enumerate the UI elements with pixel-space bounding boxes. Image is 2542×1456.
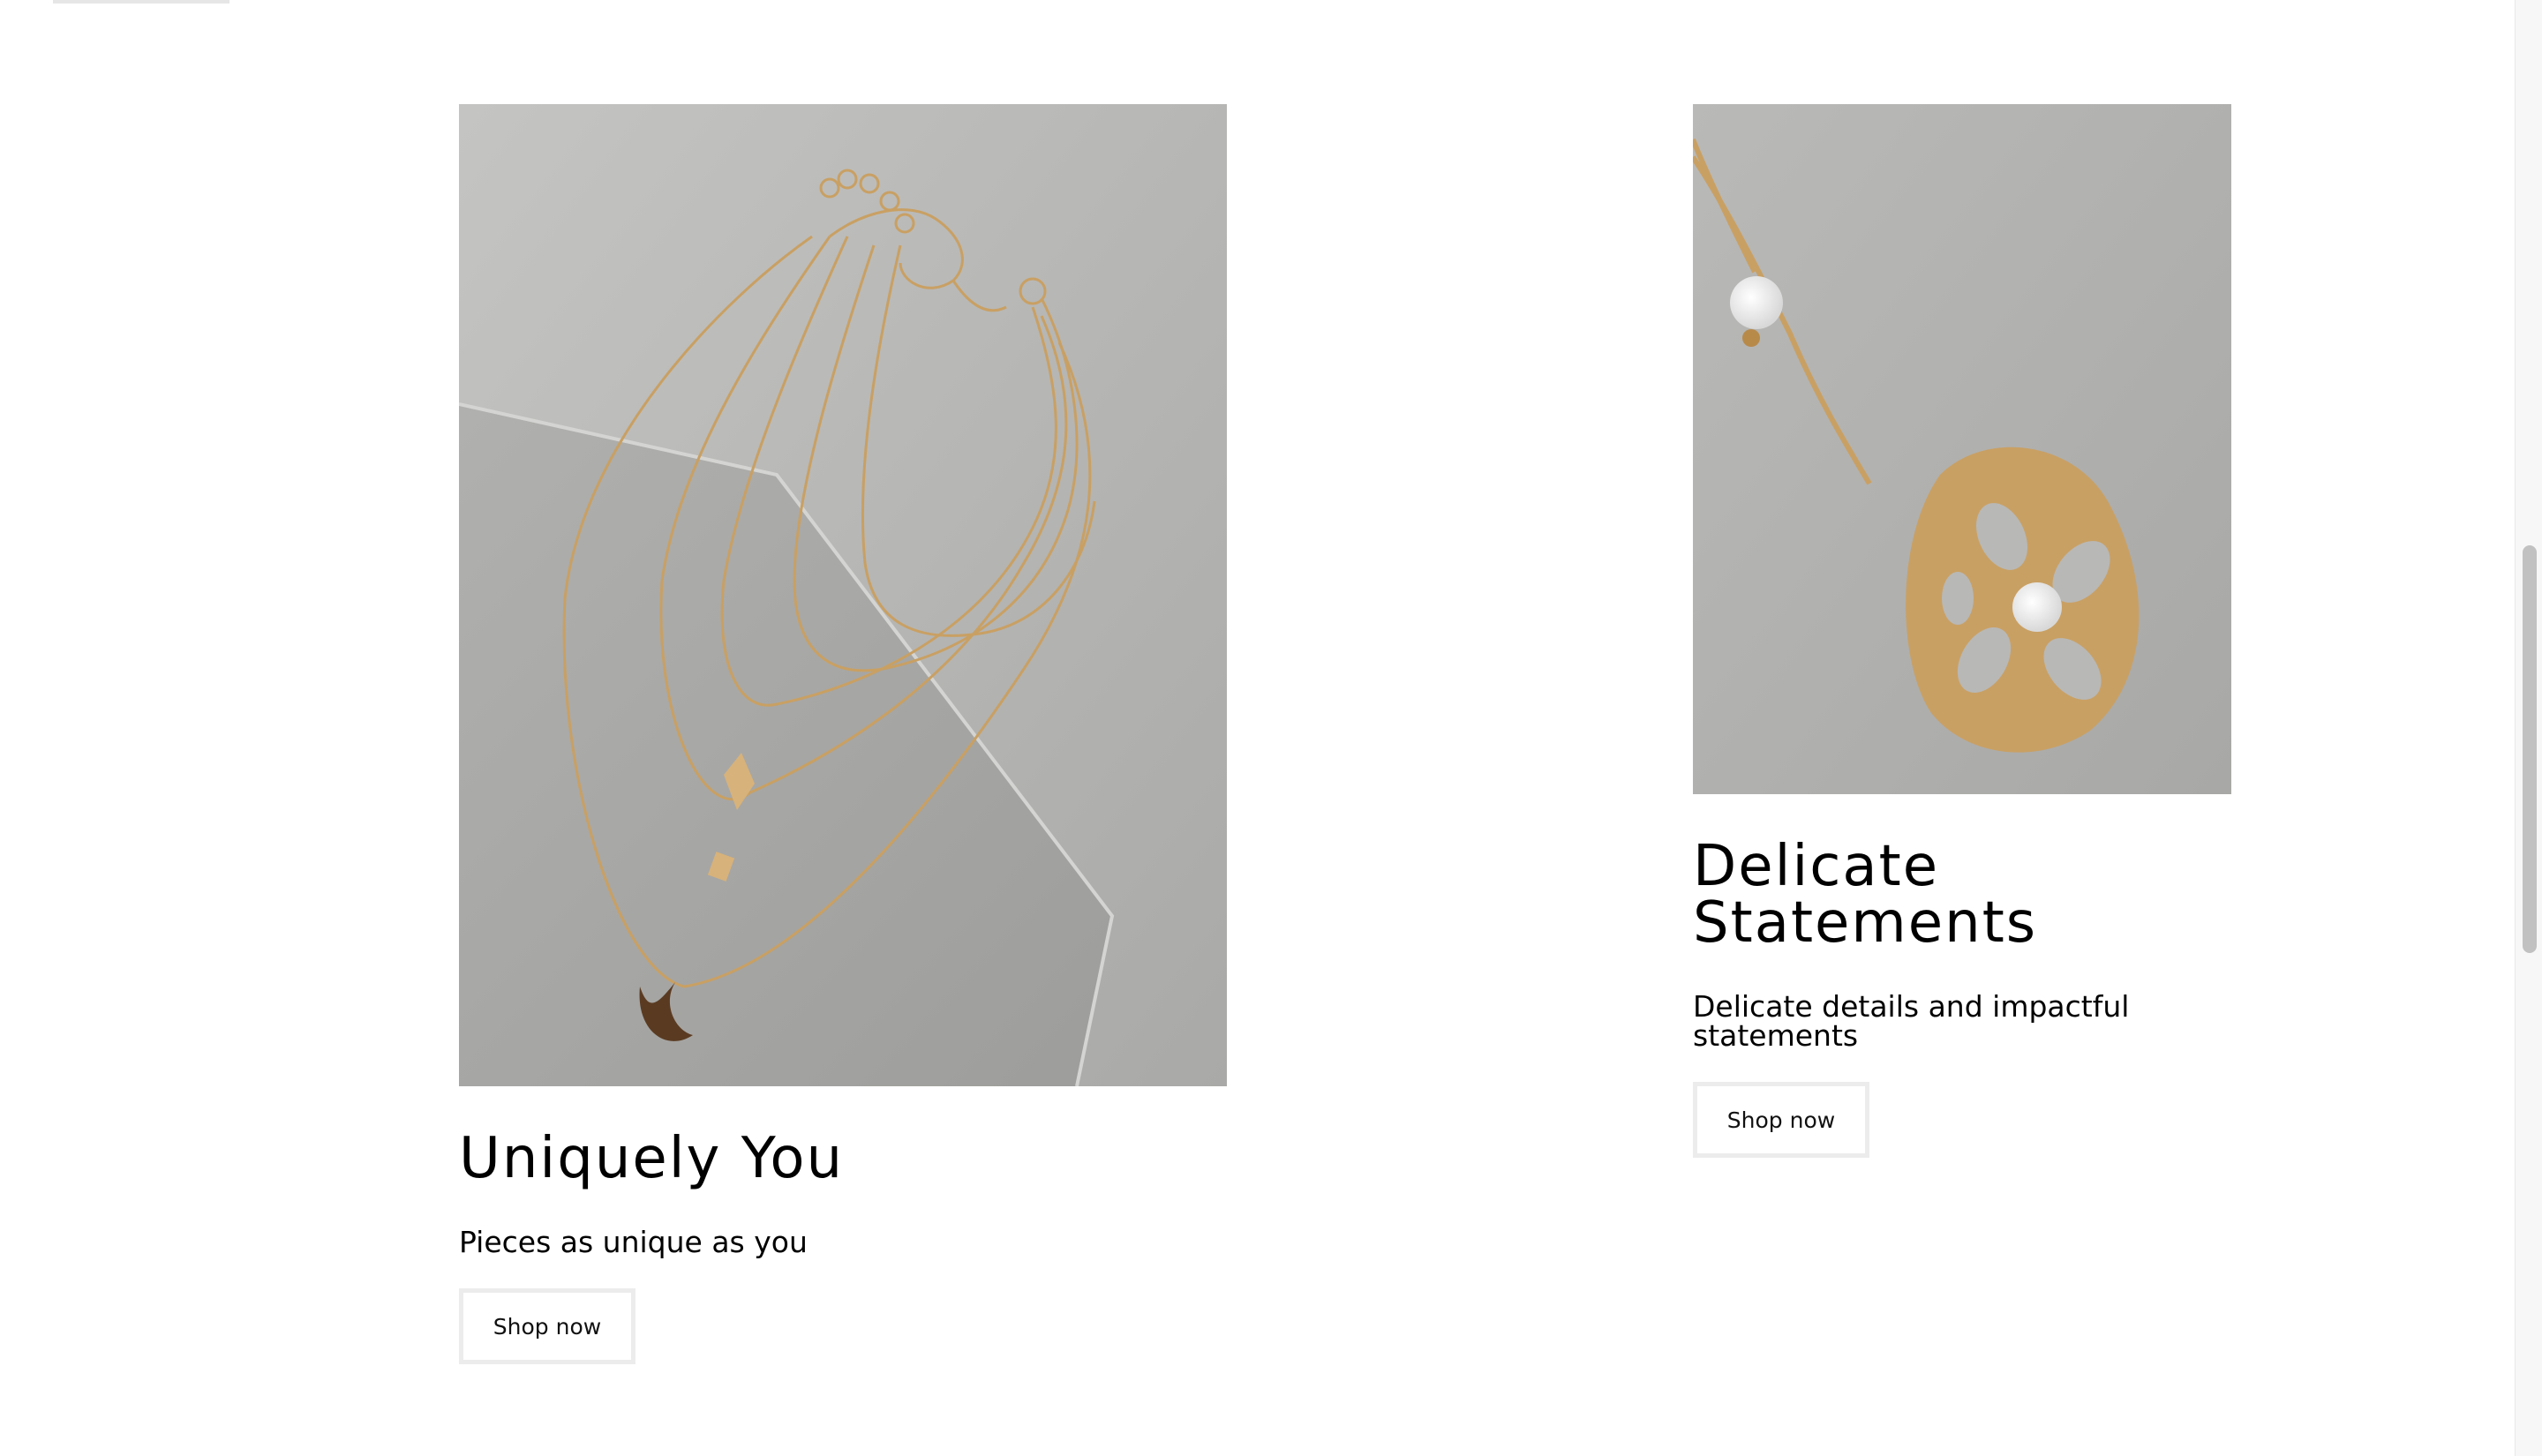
shop-now-button[interactable]: Shop now bbox=[459, 1288, 636, 1364]
card-description: Pieces as unique as you bbox=[459, 1225, 808, 1259]
card-title: Delicate Statements bbox=[1693, 834, 2038, 956]
scrollbar-thumb[interactable] bbox=[2523, 545, 2537, 953]
promo-card-delicate-statements: Delicate Statements Delicate details and… bbox=[1693, 104, 2258, 1158]
vertical-scrollbar[interactable] bbox=[2515, 0, 2542, 1456]
filigree-pendant-image[interactable] bbox=[1693, 104, 2231, 794]
promo-card-uniquely-you: Uniquely You Pieces as unique as you Sho… bbox=[459, 104, 1227, 1364]
necklace-photo-graphic bbox=[459, 104, 1227, 1086]
card-title: Uniquely You bbox=[459, 1126, 845, 1191]
card-description: Delicate details and impactful statement… bbox=[1693, 989, 2130, 1053]
shop-now-button[interactable]: Shop now bbox=[1693, 1082, 1869, 1158]
pendant-photo-graphic bbox=[1693, 104, 2231, 794]
top-divider bbox=[53, 0, 229, 4]
layered-necklace-image[interactable] bbox=[459, 104, 1227, 1086]
